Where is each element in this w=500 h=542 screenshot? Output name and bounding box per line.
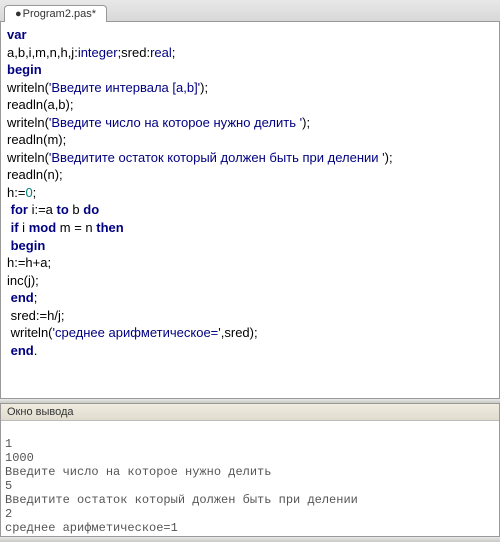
output-panel: Окно вывода 1 1000 Введите число на кото… xyxy=(0,404,500,536)
output-line: Введитите остаток который должен быть пр… xyxy=(5,493,358,507)
tab-label: Program2.pas xyxy=(23,8,92,20)
output-line: 2 xyxy=(5,507,12,521)
tab-bar: ●Program2.pas* xyxy=(0,0,500,22)
output-line: 1000 xyxy=(5,451,34,465)
output-body[interactable]: 1 1000 Введите число на которое нужно де… xyxy=(1,421,499,536)
keyword-begin: begin xyxy=(7,62,42,77)
keyword-var: var xyxy=(7,27,27,42)
output-line: среднее арифметическое=1 xyxy=(5,521,178,535)
footer-bar xyxy=(0,536,500,542)
tab-modified: * xyxy=(92,8,96,20)
output-line: 1 xyxy=(5,437,12,451)
output-line: Введите число на которое нужно делить xyxy=(5,465,271,479)
output-title: Окно вывода xyxy=(1,404,499,421)
code-editor[interactable]: var a,b,i,m,n,h,j:integer;sred:real; beg… xyxy=(0,22,500,398)
output-line: 5 xyxy=(5,479,12,493)
file-tab[interactable]: ●Program2.pas* xyxy=(4,5,107,22)
